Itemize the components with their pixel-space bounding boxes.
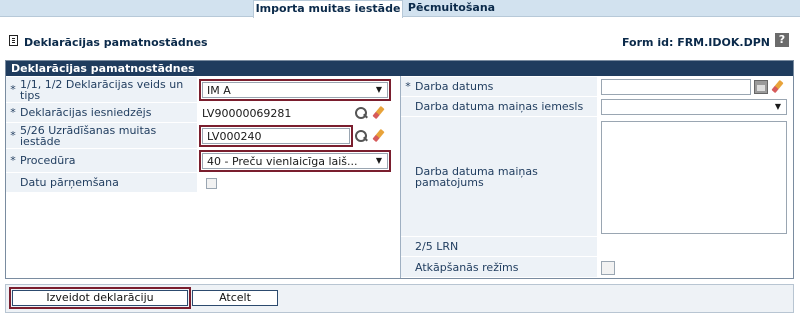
document-icon <box>9 35 18 46</box>
label-text: Atkāpšanās režīms <box>415 260 519 274</box>
label-text: Datu pārņemšana <box>20 176 119 189</box>
customs-office-value: LV000240 <box>207 129 262 143</box>
row-procedure: * Procedūra 40 - Preču vienlaicīga laiš.… <box>6 149 399 173</box>
declaration-type-value: IM A <box>207 83 231 97</box>
row-work-date: * Darba datums <box>401 77 793 97</box>
label-lrn: 2/5 LRN <box>401 237 597 257</box>
tab-post-clearance[interactable]: Pēcmuitošana <box>403 0 500 17</box>
label-fallback-mode: Atkāpšanās režīms <box>401 257 597 278</box>
row-fallback-mode: Atkāpšanās režīms <box>401 257 793 278</box>
row-declaration-type: * 1/1, 1/2 Deklarācijas veids un tips IM… <box>6 77 399 103</box>
procedure-value: 40 - Preču vienlaicīga laiš... <box>207 154 358 168</box>
label-date-change-reason: Darba datuma maiņas iemesls <box>401 97 597 117</box>
chevron-down-icon: ▼ <box>375 85 382 94</box>
calendar-icon[interactable] <box>754 80 768 94</box>
label-text: 2/5 LRN <box>415 240 459 253</box>
label-declaration-type: * 1/1, 1/2 Deklarācijas veids un tips <box>6 77 197 103</box>
tab-import-customs-office[interactable]: Importa muitas iestāde <box>253 0 403 18</box>
chevron-down-icon: ▼ <box>375 156 382 165</box>
eraser-icon[interactable] <box>770 80 784 94</box>
procedure-select[interactable]: 40 - Preču vienlaicīga laiš... ▼ <box>199 150 391 172</box>
label-text: 1/1, 1/2 Deklarācijas veids un tips <box>20 77 184 102</box>
declaration-type-select[interactable]: IM A ▼ <box>199 79 391 101</box>
label-date-change-justification: Darba datuma maiņas pamatojums <box>401 117 597 237</box>
panel-header: Deklarācijas pamatnostādnes <box>6 61 793 76</box>
label-text: Darba datums <box>415 80 494 93</box>
required-marker: * <box>10 129 16 142</box>
form-id: Form id: FRM.IDOK.DPN <box>621 36 770 49</box>
date-change-reason-select[interactable]: ▼ <box>601 99 787 115</box>
eraser-icon[interactable] <box>371 129 385 143</box>
chevron-down-icon: ▼ <box>774 102 781 111</box>
label-text: Darba datuma maiņas pamatojums <box>415 164 538 189</box>
page-title: Deklarācijas pamatnostādnes <box>24 36 208 49</box>
customs-office-input[interactable]: LV000240 <box>199 125 353 147</box>
top-tab-bar: Importa muitas iestāde Pēcmuitošana <box>0 0 800 18</box>
label-customs-office: * 5/26 Uzrādīšanas muitas iestāde <box>6 123 197 149</box>
required-marker: * <box>10 83 16 96</box>
required-marker: * <box>10 154 16 167</box>
label-procedure: * Procedūra <box>6 149 197 173</box>
row-lrn: 2/5 LRN <box>401 237 793 257</box>
required-marker: * <box>405 80 411 93</box>
footer-actions: Izveidot deklarāciju Atcelt <box>5 284 794 313</box>
fallback-mode-checkbox[interactable] <box>601 260 615 275</box>
label-work-date: * Darba datums <box>401 77 597 97</box>
work-date-input[interactable] <box>601 79 751 95</box>
eraser-icon[interactable] <box>371 106 385 120</box>
label-text: Deklarācijas iesniedzējs <box>20 106 152 119</box>
label-text: 5/26 Uzrādīšanas muitas iestāde <box>20 123 157 148</box>
label-data-takeover: Datu pārņemšana <box>6 173 197 193</box>
row-date-change-justification: Darba datuma maiņas pamatojums <box>401 117 793 237</box>
cancel-button[interactable]: Atcelt <box>192 290 278 306</box>
label-text: Procedūra <box>20 154 76 167</box>
declarant-value: LV90000069281 <box>202 106 292 120</box>
create-declaration-button[interactable]: Izveidot deklarāciju <box>9 287 191 309</box>
label-text: Darba datuma maiņas iemesls <box>415 100 584 113</box>
declaration-panel: Deklarācijas pamatnostādnes * 1/1, 1/2 D… <box>5 60 794 279</box>
help-icon[interactable]: ? <box>775 33 789 47</box>
data-takeover-checkbox[interactable] <box>206 177 217 189</box>
date-change-justification-textarea[interactable] <box>601 120 787 234</box>
label-declarant: * Deklarācijas iesniedzējs <box>6 103 197 123</box>
search-icon[interactable] <box>354 129 369 144</box>
row-customs-office: * 5/26 Uzrādīšanas muitas iestāde LV0002… <box>6 123 399 149</box>
row-data-takeover: Datu pārņemšana <box>6 173 399 193</box>
row-declarant: * Deklarācijas iesniedzējs LV90000069281 <box>6 103 399 123</box>
required-marker: * <box>10 106 16 119</box>
row-date-change-reason: Darba datuma maiņas iemesls ▼ <box>401 97 793 117</box>
search-icon[interactable] <box>354 106 369 121</box>
